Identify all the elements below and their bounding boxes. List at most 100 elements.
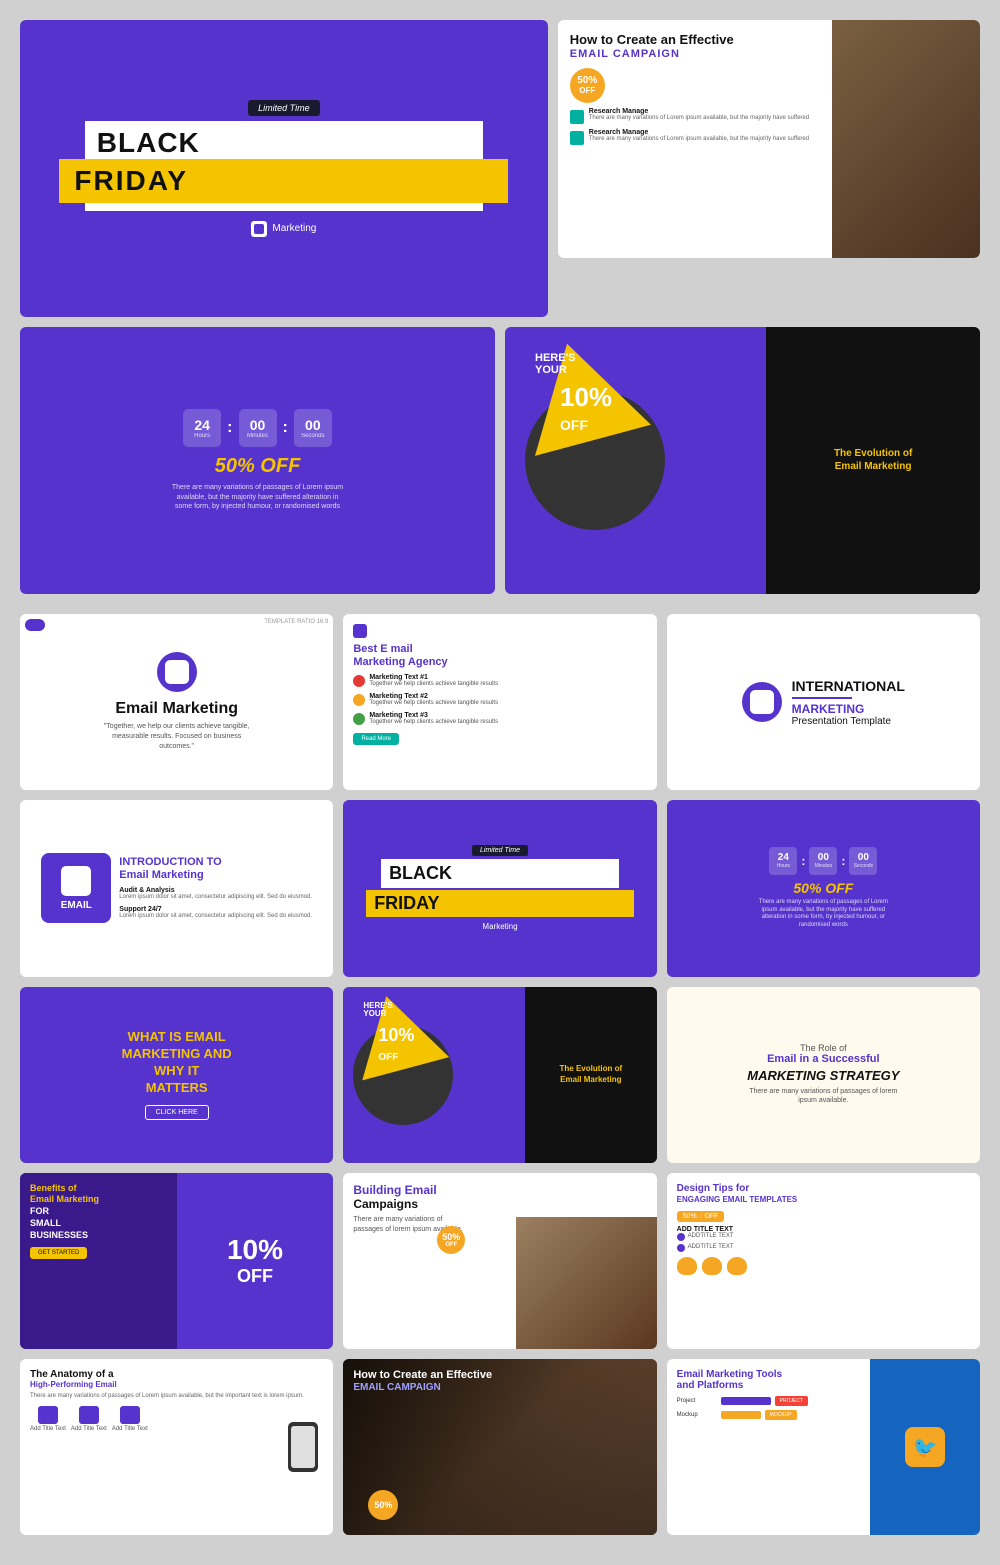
slide-countdown-large: 24 Hours : 00 Minutes : 00 Seconds 50% O… [20,327,495,594]
hours-box-sm: 24 Hours [769,847,797,875]
tools-logo-bird: 🐦 [913,1435,938,1460]
tools-logo: 🐦 [905,1427,945,1467]
evolution-title: The Evolution of Email Marketing [834,447,912,473]
row-1: Limited Time BLACK FRIDAY Marketing How … [20,20,980,317]
role-desc: There are many variations of passages of… [748,1087,898,1107]
brand-label: Marketing [272,223,316,234]
mitem-3: Marketing Text #3 Together we help clien… [353,712,498,727]
percent-10: 10% [560,382,612,413]
anatomy-title: The Anatomy of a [30,1369,114,1380]
friday-text: FRIDAY [74,165,188,196]
tools-title: Email Marketing Toolsand Platforms [677,1369,782,1391]
mitem-1: Marketing Text #1 Together we help clien… [353,674,498,689]
black-text: BLACK [97,129,200,157]
role-title2: Email in a Successful [767,1053,880,1065]
intl-subtitle2: Presentation Template [792,716,905,727]
benefits-left: Benefits of Email Marketing FOR SMALL BU… [20,1173,177,1349]
brand-row-sm [353,624,367,638]
anatomy-boxes: Add Title Text Add Title Text Add Title … [30,1406,148,1432]
off-sm: OFF [378,1052,398,1063]
slide-email-campaign: How to Create an Effective EMAIL CAMPAIG… [558,20,980,258]
benefits-right: 10% OFF [177,1173,334,1349]
slide-10off-large: HERE'S YOUR 10% OFF The Evolution of Ema… [505,327,980,594]
slide-10off-small: HERE'S YOUR 10% OFF The Evolution of Ema… [343,987,656,1163]
brand-icon [251,221,267,237]
black-sm: BLACK [389,863,452,883]
slide-international-marketing: INTERNATIONAL MARKETING Presentation Tem… [667,614,980,790]
anatomy-subtitle: High-Performing Email [30,1380,117,1389]
tools-bar-1 [721,1397,771,1405]
colon-2-sm: : [841,854,845,868]
row-3: TEMPLATE RATIO 16:9 Email Marketing "Tog… [20,614,980,790]
slide-black-friday-large: Limited Time BLACK FRIDAY Marketing [20,20,548,317]
tools-items: Project PROJECT Mockup MOCKUP [677,1396,808,1420]
add-title: ADD TITLE TEXT [677,1226,733,1233]
friday-bar: FRIDAY [59,159,508,203]
tools-blue-box: 🐦 [870,1359,980,1535]
evo-sm: The Evolution of Email Marketing [560,1064,623,1085]
tools-label-1: Project [677,1398,717,1404]
slide-what-is-email: WHAT IS EMAIL MARKETING AND WHY IT MATTE… [20,987,333,1163]
how-photo-content: How to Create an Effective EMAIL CAMPAIG… [353,1369,492,1393]
anatomy-desc: There are many variations of passages of… [30,1393,304,1401]
evolution-box: The Evolution of Email Marketing [766,327,980,594]
design-item-text-2: ADDTITLE TEXT [688,1244,734,1252]
campaign-items: Research Manage There are many variation… [570,108,809,145]
discount-sm: 50% OFF [793,880,853,896]
em-logo-circle [157,652,197,692]
intl-divider [792,697,852,699]
intl-subtitle: MARKETING [792,702,905,716]
pct-sm: 10% [378,1025,414,1046]
em-title: Email Marketing [115,700,238,718]
mitem-2: Marketing Text #2 Together we help clien… [353,693,498,708]
countdown-boxes-sm: 24 Hours : 00 Minutes : 00 Seconds [769,847,877,875]
mockup-tag: MOCKUP [765,1410,797,1420]
slide-countdown-small: 24 Hours : 00 Minutes : 00 Seconds 50% O… [667,800,980,976]
bf-white-sm: BLACK [381,859,619,888]
slide-benefits: Benefits of Email Marketing FOR SMALL BU… [20,1173,333,1349]
anatomy-label-1: Add Title Text [30,1426,66,1432]
slide-intro-email: EMAIL INTRODUCTION TO Email Marketing Au… [20,800,333,976]
colon-2: : [283,419,288,437]
slide-best-email-agency: Best E mail Marketing Agency Marketing T… [343,614,656,790]
benefits-title: Benefits of Email Marketing FOR SMALL BU… [30,1183,167,1241]
anatomy-icon-3 [120,1406,140,1424]
intro-items: Audit & Analysis Lorem ipsum dolor sit a… [119,887,312,921]
intro-title: INTRODUCTION TO Email Marketing [119,856,312,882]
campaign-title: How to Create an Effective [570,32,734,48]
mktg-sm: Marketing [482,922,517,931]
click-here-btn[interactable]: CLICK HERE [145,1105,209,1120]
item-icon-1 [570,110,584,124]
how-subtitle: EMAIL CAMPAIGN [353,1382,492,1393]
seconds-box: 00 Seconds [294,409,332,447]
countdown-desc-sm: There are many variations of passages of… [753,899,893,930]
brand-icon-inner [254,224,264,234]
row-6: Benefits of Email Marketing FOR SMALL BU… [20,1173,980,1349]
campaign-item-2: Research Manage There are many variation… [570,129,809,145]
intro-purple-box: EMAIL [41,853,111,923]
intro-email-text: EMAIL [61,900,92,911]
item-text-2: Research Manage There are many variation… [589,129,809,144]
intro-content: INTRODUCTION TO Email Marketing Audit & … [119,856,312,921]
marketing-items: Marketing Text #1 Together we help clien… [353,674,498,726]
yellow-sm: FRIDAY [366,890,634,917]
role-title1: The Role of [800,1043,847,1053]
anatomy-label-2: Add Title Text [71,1426,107,1432]
pct50-badge: 50% OFF [437,1226,465,1254]
anatomy-icon-2 [79,1406,99,1424]
limited-sm: Limited Time [472,845,528,856]
slide-tools-platforms: Email Marketing Toolsand Platforms 🐦 Pro… [667,1359,980,1535]
get-started-btn[interactable]: GET STARTED [30,1247,87,1259]
read-more-btn[interactable]: Read More [353,733,399,745]
design-item-2: ADDTITLE TEXT [677,1244,734,1252]
piggy-row [677,1257,747,1275]
toggle-icon [25,619,45,631]
tools-bar-2 [721,1411,761,1419]
em-logo-inner [165,660,189,684]
design-title: Design Tips for ENGAGING EMAIL TEMPLATES [677,1183,798,1205]
black-box-sm: The Evolution of Email Marketing [525,987,657,1163]
agency-title: Best E mail Marketing Agency [353,643,447,669]
brand-row: Marketing [251,221,316,237]
mitem-icon-3 [353,713,365,725]
countdown-desc: There are many variations of passages of… [168,483,348,512]
